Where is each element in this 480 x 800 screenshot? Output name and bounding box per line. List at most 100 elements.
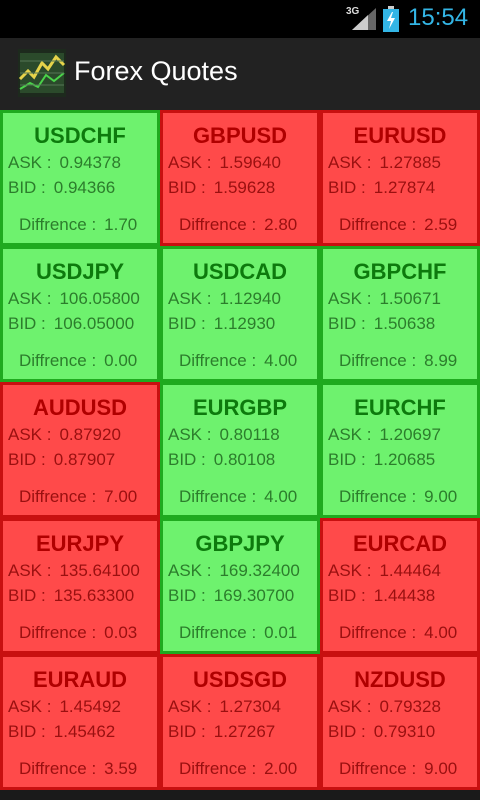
ask-row: ASK : 1.59640 — [168, 153, 281, 173]
difference-value: 0.01 — [264, 623, 298, 642]
bid-row: BID : 106.05000 — [8, 314, 134, 334]
quote-card-usdjpy[interactable]: USDJPY ASK : 106.05800 BID : 106.05000 Diffre… — [0, 246, 160, 382]
ask-row: ASK : 1.12940 — [168, 289, 281, 309]
quote-card-gbpusd[interactable]: GBPUSD ASK : 1.59640 BID : 1.59628 Diffrence … — [160, 110, 320, 246]
currency-pair: EURCHF — [354, 395, 446, 420]
difference-value: 9.00 — [424, 487, 458, 506]
ask-value: 106.05800 — [59, 289, 140, 308]
ask-value: 1.50671 — [379, 289, 441, 308]
difference-row: Diffrence : 0.03 — [19, 623, 137, 643]
bid-value: 1.59628 — [213, 178, 276, 197]
difference-row: Diffrence : 9.00 — [339, 487, 457, 507]
difference-row: Diffrence : 7.00 — [19, 487, 137, 507]
difference-label: Diffrence : — [339, 351, 417, 370]
ask-row: ASK : 169.32400 — [168, 561, 300, 581]
quote-card-usdcad[interactable]: USDCAD ASK : 1.12940 BID : 1.12930 Diffrence … — [160, 246, 320, 382]
quote-card-eurusd[interactable]: EURUSD ASK : 1.27885 BID : 1.27874 Diffrence … — [320, 110, 480, 246]
quote-card-gbpjpy[interactable]: GBPJPY ASK : 169.32400 BID : 169.30700 Diffre… — [160, 518, 320, 654]
currency-pair: USDSGD — [192, 667, 288, 692]
quote-card-gbpchf[interactable]: GBPCHF ASK : 1.50671 BID : 1.50638 Diffrence … — [320, 246, 480, 382]
bid-row: BID : 1.59628 — [168, 178, 275, 198]
difference-label: Diffrence : — [179, 623, 257, 642]
ask-label: ASK : — [328, 153, 372, 172]
difference-value: 2.80 — [264, 215, 298, 234]
signal-icon — [352, 8, 376, 30]
difference-value: 4.00 — [424, 623, 458, 642]
difference-label: Diffrence : — [339, 759, 417, 778]
difference-row: Diffrence : 1.70 — [19, 215, 137, 235]
ask-label: ASK : — [168, 425, 212, 444]
ask-value: 0.80118 — [219, 425, 280, 444]
ask-label: ASK : — [328, 697, 372, 716]
app-logo-icon[interactable] — [18, 49, 66, 97]
quote-card-eurgbp[interactable]: EURGBP ASK : 0.80118 BID : 0.80108 Diffrence … — [160, 382, 320, 518]
currency-pair: EURUSD — [353, 123, 447, 148]
difference-row: Diffrence : 2.59 — [339, 215, 457, 235]
battery-charging-icon — [383, 6, 399, 32]
difference-value: 4.00 — [264, 351, 298, 370]
ask-label: ASK : — [168, 561, 212, 580]
difference-label: Diffrence : — [179, 351, 257, 370]
currency-pair: GBPUSD — [192, 123, 288, 148]
bid-value: 1.20685 — [373, 450, 436, 469]
currency-pair: USDCAD — [192, 259, 288, 284]
bid-value: 0.87907 — [53, 450, 116, 469]
difference-value: 0.03 — [104, 623, 138, 642]
currency-pair: GBPJPY — [195, 531, 285, 556]
app-title: Forex Quotes — [74, 56, 238, 86]
difference-label: Diffrence : — [19, 215, 97, 234]
currency-pair: NZDUSD — [354, 667, 446, 692]
bid-value: 1.50638 — [373, 314, 436, 333]
ask-label: ASK : — [8, 561, 52, 580]
ask-row: ASK : 1.27304 — [168, 697, 281, 717]
quote-card-eurcad[interactable]: EURCAD ASK : 1.44464 BID : 1.44438 Diffrence … — [320, 518, 480, 654]
ask-row: ASK : 1.45492 — [8, 697, 121, 717]
difference-row: Diffrence : 8.99 — [339, 351, 457, 371]
bid-value: 106.05000 — [53, 314, 135, 333]
bid-value: 1.27267 — [213, 722, 276, 741]
ask-value: 0.87920 — [59, 425, 121, 444]
ask-label: ASK : — [328, 289, 372, 308]
difference-value: 2.59 — [424, 215, 458, 234]
ask-row: ASK : 0.80118 — [168, 425, 280, 445]
difference-value: 4.00 — [264, 487, 298, 506]
quote-card-audusd[interactable]: AUDUSD ASK : 0.87920 BID : 0.87907 Diffrence … — [0, 382, 160, 518]
difference-row: Diffrence : 0.01 — [179, 623, 297, 643]
bid-value: 0.94366 — [53, 178, 116, 197]
currency-pair: EURJPY — [35, 531, 125, 556]
difference-label: Diffrence : — [339, 215, 417, 234]
ask-row: ASK : 1.27885 — [328, 153, 441, 173]
quote-card-usdchf[interactable]: USDCHF ASK : 0.94378 BID : 0.94366 Diffrence … — [0, 110, 160, 246]
ask-value: 0.79328 — [379, 697, 441, 716]
difference-row: Diffrence : 4.00 — [179, 351, 297, 371]
ask-value: 1.20697 — [379, 425, 441, 444]
bid-label: BID : — [168, 314, 206, 333]
difference-value: 7.00 — [104, 487, 138, 506]
ask-value: 0.94378 — [59, 153, 121, 172]
difference-label: Diffrence : — [19, 623, 97, 642]
quote-card-usdsgd[interactable]: USDSGD ASK : 1.27304 BID : 1.27267 Diffrence … — [160, 654, 320, 790]
bid-row: BID : 1.50638 — [328, 314, 435, 334]
quote-card-eurchf[interactable]: EURCHF ASK : 1.20697 BID : 1.20685 Diffrence … — [320, 382, 480, 518]
bid-row: BID : 1.12930 — [168, 314, 275, 334]
ask-row: ASK : 0.87920 — [8, 425, 121, 445]
quote-card-eurjpy[interactable]: EURJPY ASK : 135.64100 BID : 135.63300 Diffre… — [0, 518, 160, 654]
bid-label: BID : — [168, 722, 206, 741]
ask-row: ASK : 1.44464 — [328, 561, 441, 581]
bid-row: BID : 169.30700 — [168, 586, 294, 606]
bid-row: BID : 1.45462 — [8, 722, 115, 742]
ask-value: 1.45492 — [59, 697, 121, 716]
ask-value: 169.32400 — [219, 561, 300, 580]
clock: 15:54 — [408, 4, 469, 31]
currency-pair: EURCAD — [352, 531, 448, 556]
difference-label: Diffrence : — [19, 759, 97, 778]
currency-pair: USDCHF — [34, 123, 126, 148]
quote-card-euraud[interactable]: EURAUD ASK : 1.45492 BID : 1.45462 Diffrence … — [0, 654, 160, 790]
bid-value: 135.63300 — [53, 586, 135, 605]
quote-card-nzdusd[interactable]: NZDUSD ASK : 0.79328 BID : 0.79310 Diffrence … — [320, 654, 480, 790]
difference-row: Diffrence : 2.80 — [179, 215, 297, 235]
difference-row: Diffrence : 4.00 — [339, 623, 457, 643]
ask-row: ASK : 0.94378 — [8, 153, 121, 173]
ask-label: ASK : — [168, 289, 212, 308]
bid-label: BID : — [8, 314, 46, 333]
